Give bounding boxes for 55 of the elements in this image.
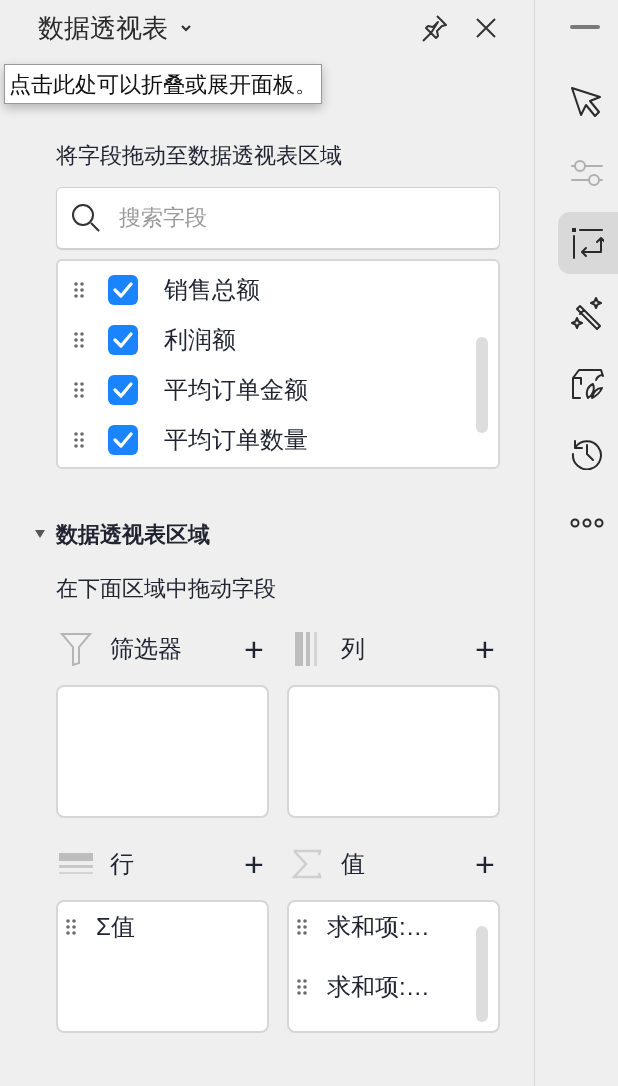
area-label: 行 [110,849,134,879]
caret-icon [180,24,192,32]
field-label: 平均订单金额 [164,375,308,405]
rows-icon [59,853,93,875]
add-button[interactable]: + [470,847,500,881]
columns-icon [295,632,319,666]
drag-handle-icon[interactable] [74,381,84,399]
search-icon [70,202,102,234]
check-icon [113,432,133,448]
magic-wand-icon[interactable] [570,296,604,330]
panel-title-dropdown[interactable]: 数据透视表 [38,8,192,48]
area-label: 筛选器 [110,634,182,664]
more-icon[interactable] [570,518,604,528]
search-field[interactable]: 搜索字段 [56,187,500,249]
pointer-icon[interactable] [570,86,602,120]
area-label: 值 [341,849,365,879]
drag-handle-icon[interactable] [297,918,307,936]
toolbar-button[interactable] [558,212,618,274]
scrollbar[interactable] [476,337,488,433]
area-item[interactable]: 求和项:… [327,976,430,998]
drop-zone[interactable]: 求和项:… 求和项:… [287,900,500,1033]
field-checkbox[interactable] [108,275,138,305]
check-icon [113,332,133,348]
drop-zone[interactable]: Σ值 [56,900,269,1033]
area-label: 列 [341,634,365,664]
drag-handle-icon[interactable] [74,281,84,299]
filter-icon [60,632,92,666]
field-label: 销售总额 [164,275,260,305]
scrollbar[interactable] [476,926,488,1022]
area-item[interactable]: Σ值 [96,916,135,938]
drag-handle-icon[interactable] [74,331,84,349]
areas-hint: 在下面区域中拖动字段 [56,575,277,603]
field-checkbox[interactable] [108,375,138,405]
drag-handle-icon[interactable] [66,918,76,936]
shop-leaf-icon[interactable] [570,366,604,400]
section-header[interactable]: 数据透视表区域 [34,519,500,549]
field-checkbox[interactable] [108,425,138,455]
add-button[interactable]: + [239,847,269,881]
drag-handle-icon[interactable] [297,978,307,996]
sigma-icon [292,849,322,879]
close-icon [475,17,497,39]
check-icon [113,282,133,298]
add-button[interactable]: + [239,632,269,666]
drag-handle-icon[interactable] [74,431,84,449]
tooltip: 点击此处可以折叠或展开面板。 [4,64,322,104]
field-label: 平均订单数量 [164,425,308,455]
field-checkbox[interactable] [108,325,138,355]
minimize-icon[interactable] [570,24,600,30]
field-label: 利润额 [164,325,236,355]
field-list-hint: 将字段拖动至数据透视表区域 [56,142,343,170]
area-item[interactable]: 求和项:… [327,916,430,938]
pivot-icon[interactable] [570,226,604,260]
pin-icon [420,14,448,42]
add-button[interactable]: + [470,632,500,666]
check-icon [113,382,133,398]
